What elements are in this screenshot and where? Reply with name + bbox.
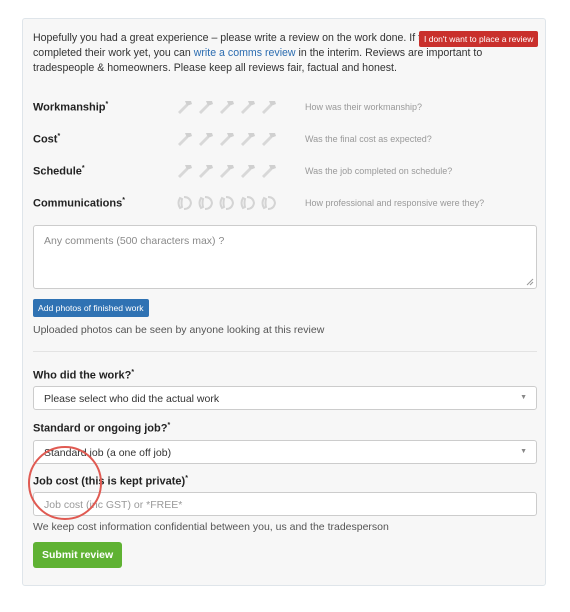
who-select-value: Please select who did the actual work — [44, 393, 220, 405]
rating-label: Communications* — [33, 197, 125, 210]
phone-icon[interactable] — [238, 194, 258, 212]
hammer-icon[interactable] — [259, 162, 279, 180]
section-divider — [33, 351, 537, 352]
hammer-icon[interactable] — [196, 162, 216, 180]
hammer-icon[interactable] — [259, 98, 279, 116]
phone-icon[interactable] — [175, 194, 195, 212]
hammer-icon[interactable] — [196, 98, 216, 116]
comments-placeholder: Any comments (500 characters max) ? — [44, 235, 225, 247]
chevron-down-icon: ▼ — [520, 394, 527, 401]
job-cost-note: We keep cost information confidential be… — [33, 521, 389, 533]
decline-review-button[interactable]: I don't want to place a review — [419, 31, 539, 47]
who-select[interactable]: Please select who did the actual work ▼ — [33, 386, 537, 410]
add-photos-button[interactable]: Add photos of finished work — [33, 299, 149, 317]
job-type-select-value: Standard job (a one off job) — [44, 447, 172, 459]
job-cost-placeholder: Job cost (inc GST) or *FREE* — [44, 499, 183, 511]
comments-textarea[interactable]: Any comments (500 characters max) ? — [33, 225, 537, 289]
hammer-icon[interactable] — [238, 162, 258, 180]
rating-label: Schedule* — [33, 165, 85, 178]
job-type-question: Standard or ongoing job?* — [33, 422, 171, 435]
rating-hint: How was their workmanship? — [305, 102, 423, 112]
rating-row: Cost* Was the final cost as expected? — [33, 129, 539, 153]
hammer-icon[interactable] — [196, 130, 216, 148]
chevron-down-icon: ▼ — [520, 448, 527, 455]
rating-row: Schedule* Was the job completed on schedu… — [33, 161, 539, 185]
rating-hint: Was the job completed on schedule? — [305, 166, 453, 176]
who-question: Who did the work?* — [33, 369, 135, 382]
review-form-card: Hopefully you had a great experience – p… — [22, 18, 546, 586]
hammer-icon[interactable] — [259, 130, 279, 148]
hammer-icon[interactable] — [175, 130, 195, 148]
hammer-icon[interactable] — [175, 98, 195, 116]
rating-label: Cost* — [33, 133, 61, 146]
hammer-icon[interactable] — [217, 98, 237, 116]
job-type-select[interactable]: Standard job (a one off job) ▼ — [33, 440, 537, 464]
rating-selector[interactable] — [175, 162, 279, 180]
phone-icon[interactable] — [259, 194, 279, 212]
job-cost-question: Job cost (this is kept private)* — [33, 475, 188, 488]
rating-selector[interactable] — [175, 98, 279, 116]
submit-review-button[interactable]: Submit review — [33, 542, 123, 568]
photos-note: Uploaded photos can be seen by anyone lo… — [33, 324, 325, 336]
hammer-icon[interactable] — [217, 162, 237, 180]
rating-row: Communications* How professional and resp… — [33, 193, 539, 217]
comms-review-link[interactable]: write a comms review — [194, 47, 296, 59]
phone-icon[interactable] — [196, 194, 216, 212]
hammer-icon[interactable] — [175, 162, 195, 180]
hammer-icon[interactable] — [217, 130, 237, 148]
hammer-icon[interactable] — [238, 98, 258, 116]
rating-hint: How professional and responsive were the… — [305, 198, 485, 208]
rating-row: Workmanship* How was their workmanship? — [33, 97, 539, 121]
job-cost-input[interactable]: Job cost (inc GST) or *FREE* — [33, 492, 537, 516]
rating-selector[interactable] — [175, 130, 279, 148]
rating-hint: Was the final cost as expected? — [305, 134, 432, 144]
rating-selector[interactable] — [175, 194, 279, 212]
phone-icon[interactable] — [217, 194, 237, 212]
hammer-icon[interactable] — [238, 130, 258, 148]
rating-label: Workmanship* — [33, 101, 109, 114]
resize-grip-icon[interactable] — [526, 278, 534, 286]
